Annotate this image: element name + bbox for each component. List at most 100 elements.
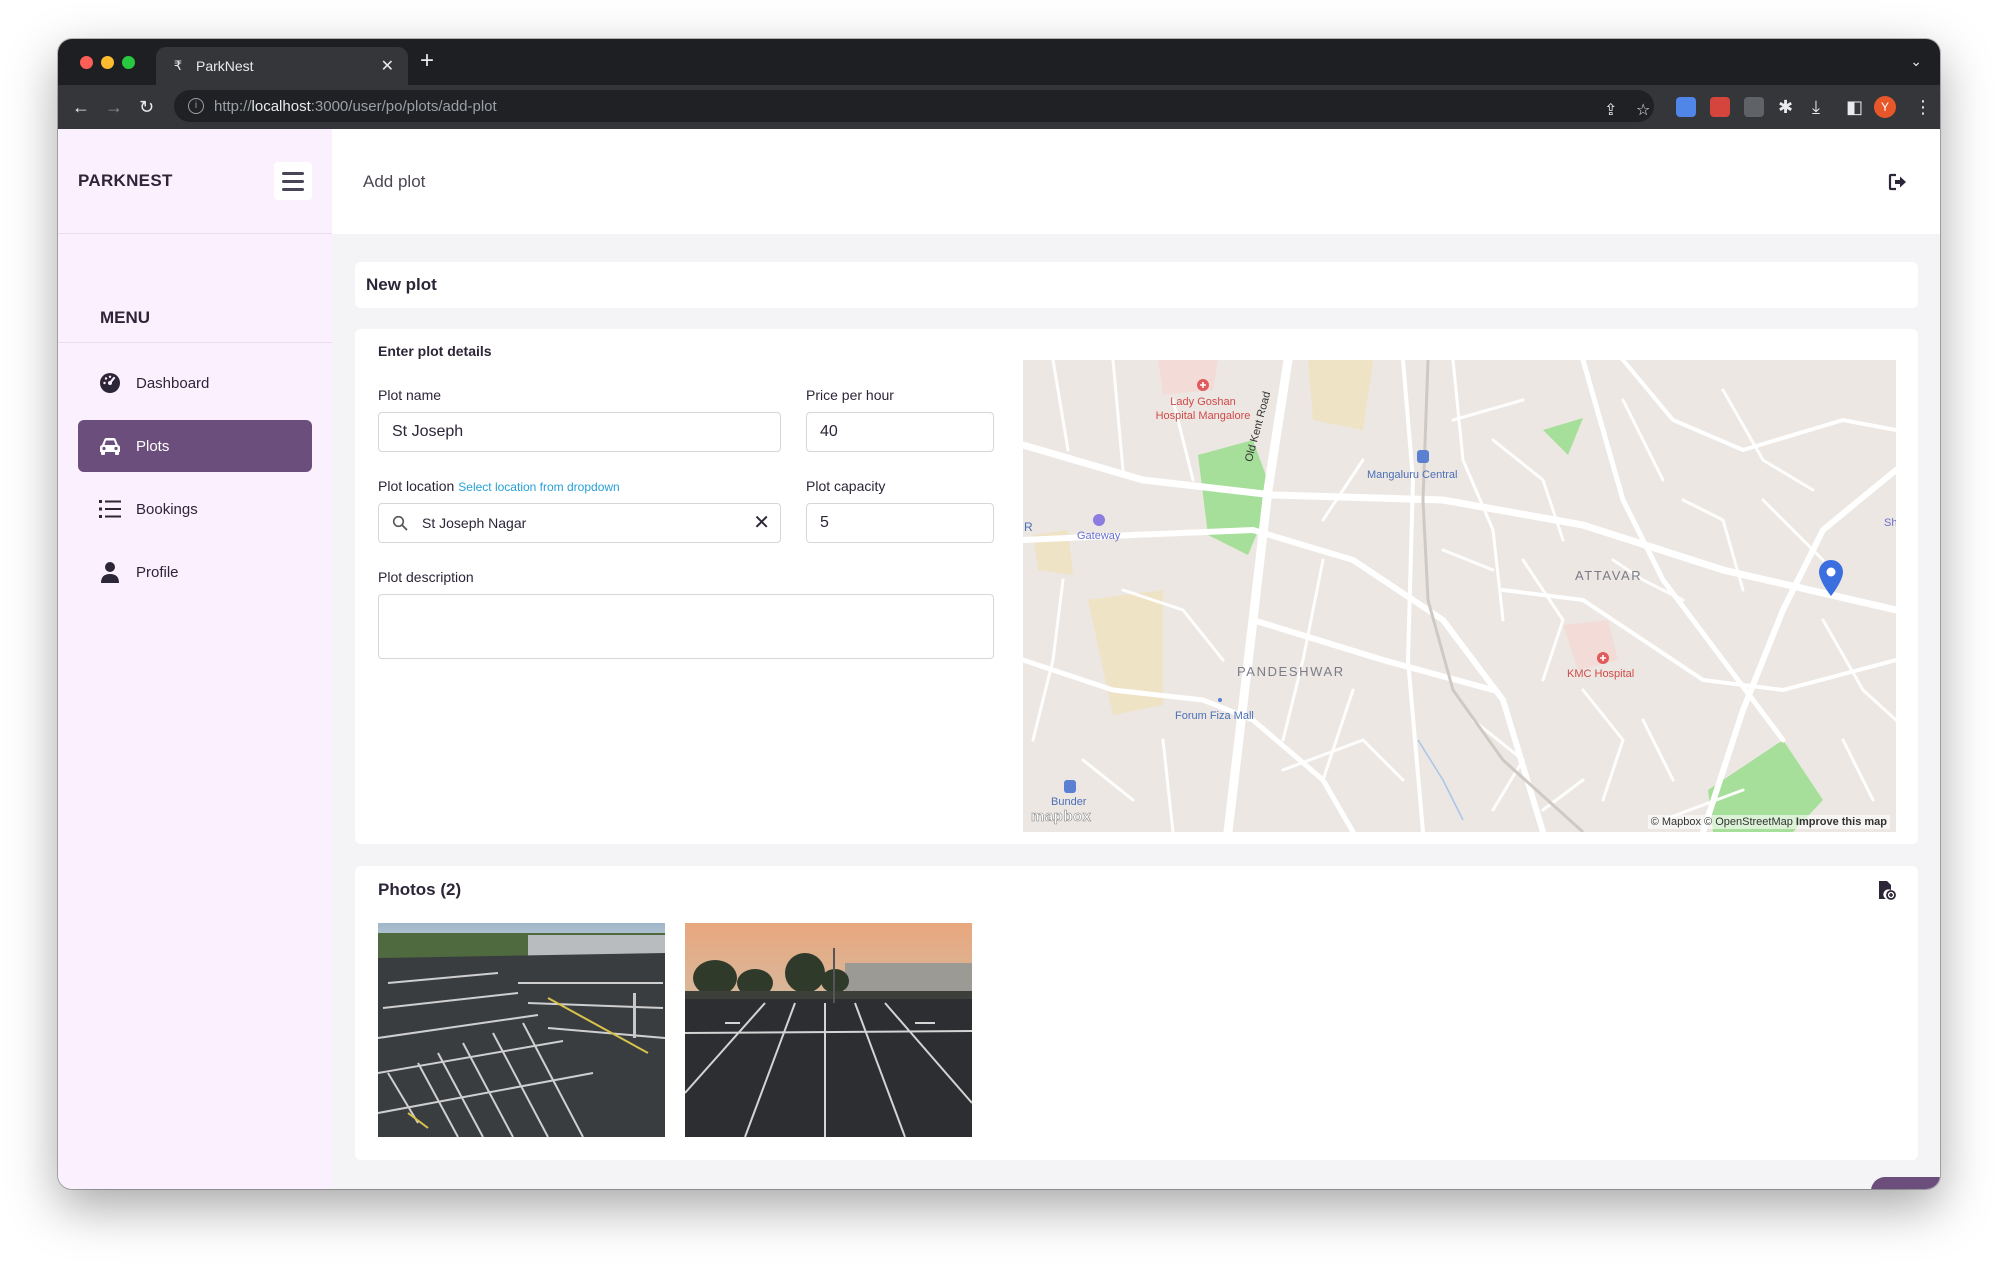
- location-pin-icon[interactable]: [1817, 559, 1845, 597]
- map-label: Bunder: [1051, 796, 1087, 808]
- side-panel-icon[interactable]: ◧: [1846, 96, 1863, 118]
- sidebar-item-bookings[interactable]: Bookings: [78, 483, 312, 535]
- sidebar-item-label: Profile: [136, 563, 179, 581]
- map-label: Sh: [1884, 517, 1896, 529]
- plot-name-value: St Joseph: [392, 423, 464, 440]
- plot-details-card: Enter plot details Plot name St Joseph P…: [355, 329, 1918, 844]
- brand-bar: PARKNEST: [58, 129, 332, 234]
- close-window-button[interactable]: [80, 56, 93, 69]
- mapbox-logo[interactable]: mapbox: [1031, 808, 1092, 826]
- address-bar[interactable]: i http://localhost:3000/user/po/plots/ad…: [174, 90, 1654, 122]
- new-plot-card: New plot: [355, 262, 1918, 308]
- puzzle-extensions-icon[interactable]: ✱: [1778, 96, 1793, 118]
- sidebar-item-label: Plots: [136, 437, 170, 455]
- plot-capacity-input[interactable]: 5: [806, 503, 994, 543]
- extension-icon[interactable]: [1710, 97, 1730, 117]
- list-icon: [98, 497, 122, 521]
- browser-toolbar: ← → ↻ i http://localhost:3000/user/po/pl…: [58, 85, 1940, 129]
- favicon-icon: ₹: [173, 58, 183, 73]
- browser-tab[interactable]: ₹ ParkNest ✕: [156, 47, 408, 85]
- improve-map-link[interactable]: Improve this map: [1796, 816, 1887, 828]
- map-label: R: [1024, 520, 1033, 534]
- map-label: Gateway: [1077, 530, 1121, 542]
- user-icon: [98, 560, 122, 584]
- clear-search-icon[interactable]: ✕: [753, 513, 770, 533]
- sidebar: PARKNEST MENU Dashboard Plots Bookings P…: [58, 129, 332, 1189]
- extension-icon[interactable]: [1744, 97, 1764, 117]
- map-attribution: © Mapbox © OpenStreetMap Improve this ma…: [1647, 815, 1890, 829]
- download-icon[interactable]: ⤓: [1812, 96, 1820, 118]
- map-label: Lady Goshan: [1170, 396, 1236, 408]
- tab-title: ParkNest: [196, 58, 254, 74]
- sidebar-item-label: Dashboard: [136, 374, 210, 392]
- submit-button[interactable]: [1871, 1177, 1940, 1189]
- plot-photo[interactable]: [378, 923, 665, 1137]
- price-label: Price per hour: [806, 387, 894, 403]
- location-map[interactable]: Lady Goshan Hospital Mangalore Old Kent …: [1023, 360, 1896, 832]
- car-icon: [98, 434, 122, 458]
- photos-title: Photos (2): [378, 880, 462, 899]
- back-icon[interactable]: ←: [72, 96, 90, 118]
- page-title: Add plot: [363, 171, 426, 191]
- sidebar-item-plots[interactable]: Plots: [78, 420, 312, 472]
- browser-tab-bar: ₹ ParkNest ✕ + ⌄: [58, 39, 1940, 85]
- sidebar-item-dashboard[interactable]: Dashboard: [78, 357, 312, 409]
- top-bar: Add plot: [332, 129, 1940, 234]
- site-info-icon[interactable]: i: [188, 98, 204, 114]
- url-scheme: http://: [214, 97, 252, 115]
- add-photo-icon[interactable]: [1876, 880, 1896, 900]
- menu-heading: MENU: [100, 308, 151, 327]
- sidebar-nav: Dashboard Plots Bookings Profile: [58, 357, 332, 598]
- map-label: KMC Hospital: [1567, 668, 1635, 680]
- plot-capacity-label: Plot capacity: [806, 478, 886, 494]
- brand-logo: PARKNEST: [78, 171, 173, 190]
- url-host: localhost: [251, 97, 311, 115]
- parking-lot-photo-2: [685, 923, 972, 1137]
- map-label: PANDESHWAR: [1237, 664, 1345, 679]
- plot-capacity-value: 5: [820, 514, 829, 531]
- profile-avatar[interactable]: Y: [1874, 96, 1896, 118]
- tab-search-icon[interactable]: ⌄: [1910, 53, 1922, 70]
- map-label: Mangaluru Central: [1367, 469, 1458, 481]
- plot-location-value: St Joseph Nagar: [422, 515, 527, 531]
- parking-lot-photo-1: [378, 923, 665, 1137]
- map-credit-text: © Mapbox © OpenStreetMap: [1650, 816, 1793, 828]
- minimize-window-button[interactable]: [101, 56, 114, 69]
- plot-location-label: Plot location Select location from dropdo…: [378, 478, 620, 494]
- url-path: :3000/user/po/plots/add-plot: [310, 97, 497, 115]
- forward-icon[interactable]: →: [105, 96, 123, 118]
- main-content: Add plot New plot Enter plot details Plo…: [332, 129, 1940, 1189]
- plot-description-label: Plot description: [378, 569, 474, 585]
- location-hint: Select location from dropdown: [458, 480, 620, 494]
- gauge-icon: [98, 371, 122, 395]
- plot-name-input[interactable]: St Joseph: [378, 412, 781, 452]
- reload-icon[interactable]: ↻: [139, 96, 154, 118]
- plot-location-search[interactable]: St Joseph Nagar ✕: [378, 503, 781, 543]
- price-input[interactable]: 40: [806, 412, 994, 452]
- maximize-window-button[interactable]: [122, 56, 135, 69]
- browser-menu-icon[interactable]: ⋮: [1914, 96, 1932, 118]
- sidebar-item-label: Bookings: [136, 500, 198, 518]
- close-tab-icon[interactable]: ✕: [381, 56, 394, 76]
- new-tab-button[interactable]: +: [420, 49, 434, 73]
- search-icon: [392, 515, 408, 531]
- sidebar-item-profile[interactable]: Profile: [78, 546, 312, 598]
- plot-description-textarea[interactable]: [378, 594, 994, 659]
- menu-divider: [58, 342, 332, 343]
- map-label: Hospital Mangalore: [1155, 410, 1251, 422]
- share-icon[interactable]: ⇪: [1604, 95, 1617, 127]
- plot-location-label-text: Plot location: [378, 478, 455, 494]
- browser-window: ₹ ParkNest ✕ + ⌄ ← → ↻ i http://localhos…: [58, 39, 1940, 1189]
- extension-icon[interactable]: [1676, 97, 1696, 117]
- plot-photo[interactable]: [685, 923, 972, 1137]
- app-root: PARKNEST MENU Dashboard Plots Bookings P…: [58, 129, 1940, 1189]
- hamburger-menu-button[interactable]: [274, 162, 312, 200]
- map-label: ATTAVAR: [1575, 568, 1643, 583]
- map-label: Forum Fiza Mall: [1175, 710, 1254, 722]
- bookmark-star-icon[interactable]: ☆: [1636, 95, 1650, 127]
- logout-icon[interactable]: [1887, 171, 1909, 193]
- plot-name-label: Plot name: [378, 387, 442, 403]
- section-title: Enter plot details: [378, 343, 492, 359]
- price-value: 40: [820, 423, 838, 440]
- photos-card: Photos (2): [355, 866, 1918, 1160]
